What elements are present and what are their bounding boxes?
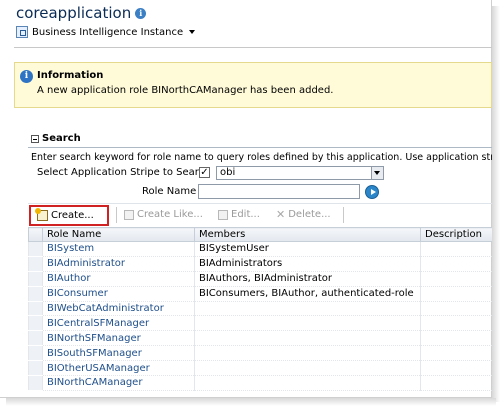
- stripe-select[interactable]: obi: [216, 166, 384, 180]
- create-like-label: Create Like...: [137, 209, 203, 220]
- table-row[interactable]: BISystem BISystemUser: [28, 241, 493, 257]
- role-name-cell[interactable]: BIConsumer: [42, 286, 195, 302]
- description-cell: [420, 375, 493, 391]
- divider: [28, 147, 492, 148]
- members-cell: [194, 330, 421, 347]
- description-cell: [420, 241, 493, 257]
- toolbar-separator: [116, 207, 117, 223]
- search-section-title: Search: [42, 133, 81, 144]
- members-cell: BISystemUser: [194, 241, 421, 257]
- role-name-label: Role Name: [142, 186, 197, 197]
- row-selector[interactable]: [28, 330, 43, 347]
- description-cell: [420, 301, 493, 317]
- column-header-role-name[interactable]: Role Name: [42, 227, 195, 242]
- row-selector[interactable]: [28, 345, 43, 362]
- stripe-select-value: obi: [220, 167, 236, 178]
- description-cell: [420, 286, 493, 302]
- table-row[interactable]: BIConsumer BIConsumers, BIAuthor, authen…: [28, 286, 493, 302]
- description-cell: [420, 315, 493, 332]
- role-name-cell[interactable]: BIAuthor: [42, 271, 195, 287]
- search-section-toggle[interactable]: Search: [31, 133, 81, 144]
- members-cell: [194, 360, 421, 377]
- info-message: A new application role BINorthCAManager …: [37, 85, 334, 96]
- column-header-gutter: [28, 227, 43, 242]
- create-button-label: Create...: [51, 210, 94, 221]
- description-cell: [420, 345, 493, 362]
- delete-icon: ✕: [276, 207, 286, 221]
- info-icon[interactable]: i: [135, 7, 147, 19]
- column-header-description[interactable]: Description: [420, 227, 493, 242]
- members-cell: BIAdministrators: [194, 256, 421, 272]
- row-selector[interactable]: [28, 271, 43, 287]
- info-title: Information: [37, 70, 104, 81]
- window-shadow: [492, 6, 500, 402]
- delete-button[interactable]: ✕ Delete...: [276, 207, 331, 221]
- instance-icon: [16, 26, 28, 38]
- table-row[interactable]: BIOtherUSAManager: [28, 360, 493, 377]
- copy-icon: [124, 209, 134, 220]
- table-header-row: Role Name Members Description: [28, 227, 493, 242]
- row-selector[interactable]: [28, 301, 43, 317]
- row-selector[interactable]: [28, 241, 43, 257]
- delete-label: Delete...: [288, 209, 331, 220]
- members-cell: [194, 375, 421, 391]
- instance-menu-label: Business Intelligence Instance: [32, 26, 184, 38]
- role-name-cell[interactable]: BIWebCatAdministrator: [42, 301, 195, 317]
- description-cell: [420, 256, 493, 272]
- role-name-cell[interactable]: BICentralSFManager: [42, 315, 195, 332]
- table-row[interactable]: BIAdministrator BIAdministrators: [28, 256, 493, 272]
- table-row[interactable]: BICentralSFManager: [28, 315, 493, 332]
- edit-label: Edit...: [231, 209, 260, 220]
- table-row[interactable]: BIAuthor BIAuthors, BIAdministrator: [28, 271, 493, 287]
- table-row[interactable]: BINorthCAManager: [28, 375, 493, 391]
- table-row[interactable]: BIWebCatAdministrator: [28, 301, 493, 317]
- info-message-box: i Information A new application role BIN…: [14, 62, 492, 108]
- window-shadow: [6, 398, 496, 406]
- row-selector[interactable]: [28, 256, 43, 272]
- roles-table: Role Name Members Description BISystem B…: [28, 227, 493, 391]
- stripe-label: Select Application Stripe to Search: [37, 167, 211, 178]
- edit-button[interactable]: Edit...: [218, 209, 260, 220]
- stripe-checkbox[interactable]: ✓: [199, 167, 210, 178]
- role-name-cell[interactable]: BISystem: [42, 241, 195, 257]
- chevron-down-icon: [371, 167, 383, 179]
- create-button[interactable]: Create...: [29, 205, 109, 226]
- page-title: coreapplication i: [16, 4, 147, 22]
- create-icon: [35, 208, 48, 221]
- collapse-icon: [31, 134, 39, 143]
- pencil-icon: [218, 209, 228, 220]
- role-name-cell[interactable]: BIAdministrator: [42, 256, 195, 272]
- divider: [28, 203, 492, 204]
- table-row[interactable]: BISouthSFManager: [28, 345, 493, 362]
- role-name-cell[interactable]: BISouthSFManager: [42, 345, 195, 362]
- role-name-cell[interactable]: BINorthCAManager: [42, 375, 195, 391]
- description-cell: [420, 360, 493, 377]
- row-selector[interactable]: [28, 360, 43, 377]
- search-go-button[interactable]: [365, 185, 379, 199]
- description-cell: [420, 271, 493, 287]
- row-selector[interactable]: [28, 315, 43, 332]
- table-row[interactable]: BINorthSFManager: [28, 330, 493, 347]
- members-cell: [194, 345, 421, 362]
- chevron-down-icon: [189, 30, 196, 34]
- divider: [14, 47, 492, 48]
- members-cell: BIConsumers, BIAuthor, authenticated-rol…: [194, 286, 421, 302]
- row-selector[interactable]: [28, 375, 43, 391]
- row-selector[interactable]: [28, 286, 43, 302]
- role-name-input[interactable]: [198, 184, 360, 199]
- role-name-cell[interactable]: BINorthSFManager: [42, 330, 195, 347]
- toolbar-separator: [343, 207, 344, 223]
- info-icon: i: [20, 70, 33, 83]
- column-header-members[interactable]: Members: [194, 227, 421, 242]
- members-cell: BIAuthors, BIAdministrator: [194, 271, 421, 287]
- members-cell: [194, 315, 421, 332]
- search-description: Enter search keyword for role name to qu…: [31, 152, 492, 163]
- instance-menu[interactable]: Business Intelligence Instance: [16, 26, 196, 38]
- members-cell: [194, 301, 421, 317]
- app-window: coreapplication i Business Intelligence …: [0, 0, 493, 398]
- app-title-text: coreapplication: [16, 4, 132, 22]
- create-like-button[interactable]: Create Like...: [124, 209, 203, 220]
- role-name-cell[interactable]: BIOtherUSAManager: [42, 360, 195, 377]
- description-cell: [420, 330, 493, 347]
